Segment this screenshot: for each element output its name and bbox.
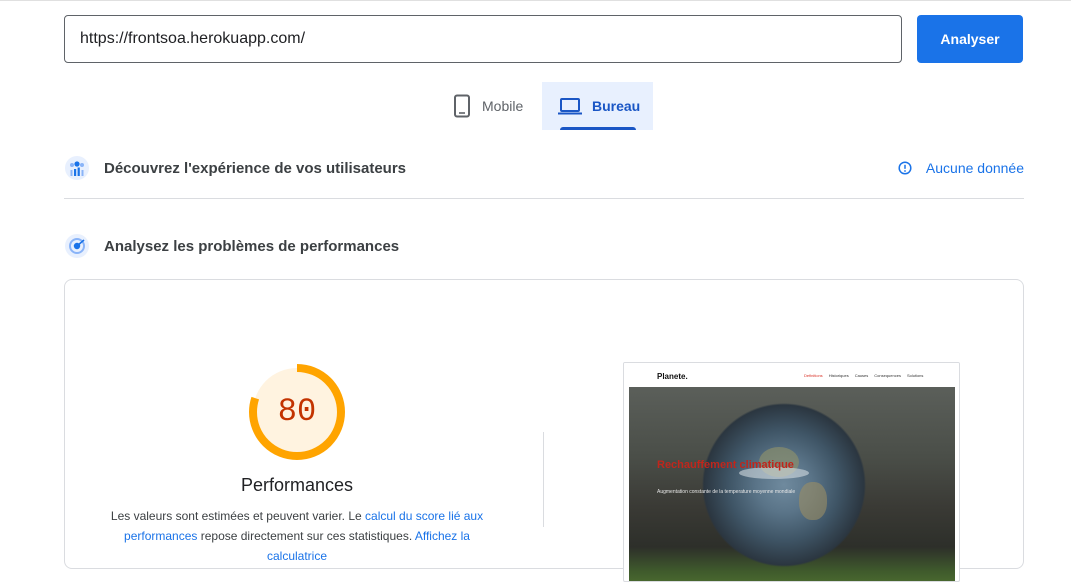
- desc-text-2: repose directement sur ces statistiques.: [197, 529, 415, 543]
- screenshot-nav-link: Causes: [854, 373, 869, 378]
- screenshot-nav-link: Definitions: [804, 373, 823, 378]
- top-border: [0, 0, 1071, 1]
- field-data-title: Découvrez l'expérience de vos utilisateu…: [104, 159, 407, 177]
- performance-diagnose-icon: [64, 233, 90, 259]
- performance-card: 80 Performances Les valeurs sont estimée…: [64, 279, 1024, 582]
- smartphone-icon: [452, 94, 472, 118]
- screenshot-nav-link: Historiques: [828, 373, 849, 378]
- screenshot-nav-link: Solutions: [906, 373, 924, 378]
- field-data-section: Découvrez l'expérience de vos utilisateu…: [64, 152, 1024, 184]
- lab-data-section: Analysez les problèmes de performances: [64, 230, 1024, 262]
- screenshot-hero-title: Rechauffement climatique: [657, 459, 794, 471]
- page-screenshot: Planete. Definitions Historiques Causes …: [623, 362, 960, 582]
- analyze-button[interactable]: Analyser: [917, 15, 1023, 63]
- screenshot-nav-link: Consequences: [874, 373, 901, 378]
- no-data-label: Aucune donnée: [925, 160, 1024, 176]
- tab-desktop[interactable]: Bureau: [542, 82, 653, 130]
- info-icon: [898, 161, 912, 175]
- tab-desktop-label: Bureau: [592, 98, 641, 114]
- laptop-icon: [558, 96, 582, 116]
- url-input[interactable]: [64, 15, 902, 63]
- score-description: Les valeurs sont estimées et peuvent var…: [95, 506, 499, 566]
- performance-label: Performances: [240, 475, 354, 495]
- desc-text-1: Les valeurs sont estimées et peuvent var…: [110, 509, 366, 523]
- tab-selected-indicator: [560, 127, 636, 130]
- screenshot-hero-subtitle: Augmentation constante de la temperature…: [657, 489, 796, 495]
- vertical-separator: [543, 432, 544, 527]
- tab-mobile[interactable]: Mobile: [440, 82, 540, 130]
- screenshot-nav-links: Definitions Historiques Causes Consequen…: [804, 373, 923, 378]
- lab-data-title: Analysez les problèmes de performances: [104, 237, 400, 255]
- users-data-icon: [64, 155, 90, 181]
- section-divider: [64, 198, 1024, 199]
- performance-score-value: 80: [277, 393, 317, 430]
- earth-landmass: [799, 482, 827, 520]
- tab-mobile-label: Mobile: [482, 98, 524, 114]
- screenshot-logo: Planete.: [657, 372, 688, 381]
- screenshot-navbar: Planete. Definitions Historiques Causes …: [624, 363, 959, 387]
- no-data-link[interactable]: Aucune donnée: [898, 160, 1024, 176]
